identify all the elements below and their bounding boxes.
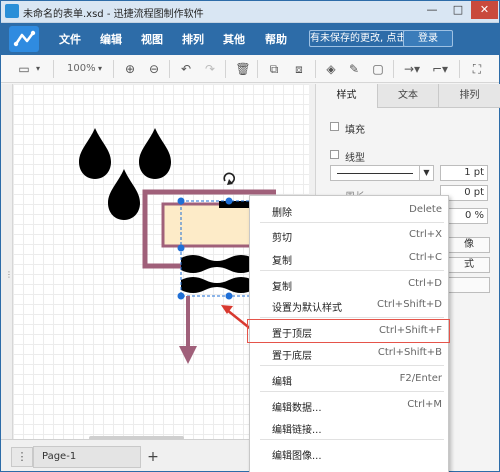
- selection-handle: [225, 197, 233, 205]
- selection-handle: [225, 292, 233, 300]
- menu-item-cut[interactable]: 剪切 Ctrl+X: [250, 224, 448, 246]
- fullscreen-icon[interactable]: ⛶: [467, 60, 487, 78]
- selection-handle: [177, 197, 185, 205]
- collapse-handle-icon[interactable]: ⋮: [5, 270, 13, 279]
- minimize-button[interactable]: —: [419, 1, 445, 19]
- menu-bar: 文件 编辑 视图 排列 其他 帮助 有未保存的更改, 点击此处保存 登录: [1, 23, 499, 55]
- menu-item-duplicate[interactable]: 复制 Ctrl+D: [250, 273, 448, 295]
- raindrop-shape: [108, 169, 140, 220]
- wave-shape: [181, 277, 253, 293]
- to-back-icon[interactable]: ⧈: [290, 60, 308, 78]
- fill-checkbox[interactable]: [330, 122, 339, 131]
- menu-item-to-back[interactable]: 置于底层 Ctrl+Shift+B: [250, 342, 448, 364]
- line-checkbox[interactable]: [330, 150, 339, 159]
- zoom-dropdown-icon[interactable]: ▾: [95, 60, 105, 78]
- menu-separator: [260, 391, 444, 392]
- line-color-icon[interactable]: ✎: [345, 60, 363, 78]
- app-icon: [5, 4, 19, 18]
- selected-rectangle: [161, 202, 261, 248]
- toolbar-divider: [53, 60, 54, 78]
- tab-arrange[interactable]: 排列: [438, 84, 500, 108]
- waypoints-icon[interactable]: ⌐▾: [429, 60, 451, 78]
- menu-separator: [260, 222, 444, 223]
- toolbar-divider: [393, 60, 394, 78]
- rotate-handle-icon: [223, 172, 235, 185]
- fill-label: 填充: [345, 125, 365, 136]
- menu-item-to-front[interactable]: 置于顶层 Ctrl+Shift+F: [247, 319, 450, 343]
- app-window: 未命名的表单.xsd - 迅捷流程图制作软件 — □ ✕ 文件 编辑 视图 排列…: [0, 0, 500, 472]
- menu-help[interactable]: 帮助: [265, 31, 287, 47]
- toolbar-divider: [169, 60, 170, 78]
- line-width-input[interactable]: 1 pt: [440, 165, 488, 181]
- zoom-level[interactable]: 100%: [67, 63, 96, 74]
- raindrop-shape: [139, 128, 171, 179]
- menu-item-copy[interactable]: 复制 Ctrl+C: [250, 247, 448, 269]
- connection-icon[interactable]: →▾: [401, 60, 423, 78]
- toolbar-divider: [113, 60, 114, 78]
- toolbar-divider: [225, 60, 226, 78]
- undo-icon[interactable]: ↶: [177, 60, 195, 78]
- menu-item-edit-link[interactable]: 编辑链接...: [250, 416, 448, 438]
- page-tab[interactable]: Page-1: [33, 446, 141, 468]
- chevron-down-icon[interactable]: ▾: [33, 60, 43, 78]
- app-logo-icon: [9, 26, 39, 52]
- login-button[interactable]: 登录: [403, 30, 453, 47]
- menu-item-edit[interactable]: 编辑 F2/Enter: [250, 368, 448, 390]
- arrow-head: [179, 346, 197, 364]
- panel-button[interactable]: [448, 277, 490, 293]
- selection-handle: [177, 292, 185, 300]
- fill-color-icon[interactable]: ◈: [322, 60, 340, 78]
- menu-separator: [260, 365, 444, 366]
- title-bar: 未命名的表单.xsd - 迅捷流程图制作软件 — □ ✕: [1, 1, 499, 23]
- menu-arrange[interactable]: 排列: [182, 31, 204, 47]
- tab-style[interactable]: 样式: [316, 84, 377, 108]
- delete-icon[interactable]: 🗑: [234, 60, 252, 78]
- window-title: 未命名的表单.xsd - 迅捷流程图制作软件: [23, 9, 204, 20]
- add-page-icon[interactable]: +: [143, 446, 163, 468]
- menu-other[interactable]: 其他: [223, 31, 245, 47]
- toolbar: ▭ ▾ 100% ▾ ⊕ ⊖ ↶ ↷ 🗑 ⧉ ⧈ ◈ ✎ ▢ →▾ ⌐▾ ⛶: [1, 55, 499, 83]
- menu-edit[interactable]: 编辑: [100, 31, 122, 47]
- panel-button[interactable]: 式: [448, 257, 490, 273]
- wave-shape: [219, 201, 249, 208]
- page-view-icon[interactable]: ▭: [15, 60, 33, 78]
- menu-file[interactable]: 文件: [59, 31, 81, 47]
- close-button[interactable]: ✕: [471, 1, 498, 19]
- panel-button[interactable]: 像: [448, 237, 490, 253]
- context-menu: 删除 Delete 剪切 Ctrl+X 复制 Ctrl+C 复制 Ctrl+D …: [247, 195, 450, 472]
- menu-item-edit-image[interactable]: 编辑图像...: [250, 442, 448, 464]
- menu-separator: [260, 270, 444, 271]
- wave-shape: [181, 255, 253, 273]
- menu-view[interactable]: 视图: [141, 31, 163, 47]
- pages-menu-icon[interactable]: ⋮: [11, 447, 33, 467]
- sidebar-collapse-strip[interactable]: ⋮: [1, 84, 13, 439]
- line-label: 线型: [345, 153, 365, 164]
- unsaved-changes-button[interactable]: 有未保存的更改, 点击此处保存: [309, 30, 405, 47]
- maximize-button[interactable]: □: [445, 1, 471, 19]
- redo-icon[interactable]: ↷: [201, 60, 219, 78]
- menu-item-set-default-style[interactable]: 设置为默认样式 Ctrl+Shift+D: [250, 294, 448, 316]
- menu-item-edit-data[interactable]: 编辑数据... Ctrl+M: [250, 394, 448, 416]
- toolbar-divider: [459, 60, 460, 78]
- shadow-icon[interactable]: ▢: [369, 60, 387, 78]
- toolbar-divider: [257, 60, 258, 78]
- menu-item-delete[interactable]: 删除 Delete: [250, 199, 448, 221]
- selection-handle: [177, 244, 185, 252]
- menu-separator: [260, 317, 444, 318]
- tab-text[interactable]: 文本: [377, 84, 438, 108]
- to-front-icon[interactable]: ⧉: [265, 60, 283, 78]
- line-style-select[interactable]: ▼: [330, 165, 434, 181]
- menu-separator: [260, 439, 444, 440]
- raindrop-shape: [79, 128, 111, 179]
- toolbar-divider: [315, 60, 316, 78]
- zoom-out-icon[interactable]: ⊖: [145, 60, 163, 78]
- zoom-in-icon[interactable]: ⊕: [121, 60, 139, 78]
